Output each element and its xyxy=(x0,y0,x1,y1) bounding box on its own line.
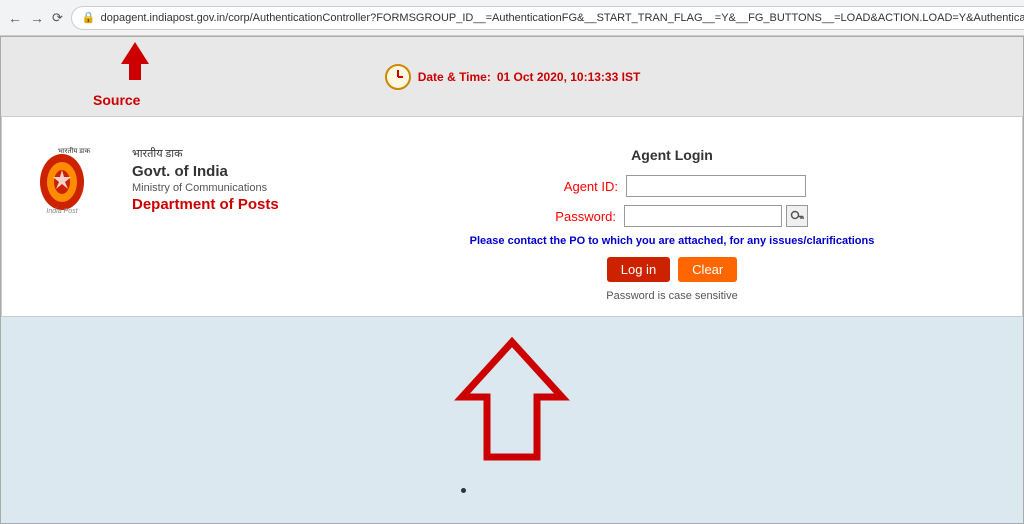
page-wrapper: ← → ⟳ 🔒 dopagent.indiapost.gov.in/corp/A… xyxy=(0,0,1024,524)
govt-of-india: Govt. of India xyxy=(132,163,279,180)
bottom-area xyxy=(1,317,1023,523)
address-bar[interactable]: 🔒 dopagent.indiapost.gov.in/corp/Authent… xyxy=(71,6,1024,30)
dot-indicator xyxy=(461,488,466,493)
agent-id-label: Agent ID: xyxy=(538,179,618,194)
clock-icon xyxy=(384,63,412,91)
lock-icon: 🔒 xyxy=(82,11,96,24)
key-icon xyxy=(790,209,804,223)
case-sensitive-note: Password is case sensitive xyxy=(606,290,737,302)
back-button[interactable]: ← xyxy=(8,8,22,28)
password-reveal-button[interactable] xyxy=(786,205,808,227)
password-input[interactable] xyxy=(624,205,782,227)
reload-button[interactable]: ⟳ xyxy=(52,8,63,28)
content-frame: Source Date & Time: 01 Oct 2020, 10:13:3… xyxy=(0,36,1024,524)
datetime-area: Date & Time: 01 Oct 2020, 10:13:33 IST xyxy=(384,63,641,91)
satyamev-text: भारतीय डाक xyxy=(132,146,279,161)
agent-id-row: Agent ID: xyxy=(538,175,806,197)
department-text: Department of Posts xyxy=(132,196,279,213)
datetime-label: Date & Time: xyxy=(418,70,491,84)
india-post-logo: भारतीय डाक India Post xyxy=(32,137,117,222)
login-button[interactable]: Log in xyxy=(607,257,670,282)
source-label: Source xyxy=(93,92,140,108)
url-text: dopagent.indiapost.gov.in/corp/Authentic… xyxy=(101,12,1024,24)
ministry-text: Ministry of Communications xyxy=(132,182,279,194)
source-arrow-head xyxy=(121,42,149,64)
password-row: Password: xyxy=(536,205,808,227)
main-content: भारतीय डाक India Post भारतीय डाक Govt. o… xyxy=(1,117,1023,317)
svg-text:भारतीय डाक: भारतीय डाक xyxy=(58,146,91,155)
govt-text: भारतीय डाक Govt. of India Ministry of Co… xyxy=(132,146,279,213)
source-arrow xyxy=(121,42,149,80)
password-label: Password: xyxy=(536,209,616,224)
logo-section: भारतीय डाक India Post भारतीय डाक Govt. o… xyxy=(32,137,352,222)
button-row: Log in Clear xyxy=(607,257,738,282)
datetime-value: 01 Oct 2020, 10:13:33 IST xyxy=(497,70,640,84)
large-arrow-up xyxy=(452,337,572,467)
forward-button[interactable]: → xyxy=(30,8,44,28)
login-section: Agent Login Agent ID: Password: xyxy=(352,137,992,302)
agent-id-input[interactable] xyxy=(626,175,806,197)
agent-login-title: Agent Login xyxy=(631,147,713,163)
source-arrow-shaft xyxy=(129,64,141,80)
browser-chrome: ← → ⟳ 🔒 dopagent.indiapost.gov.in/corp/A… xyxy=(0,0,1024,36)
svg-text:India Post: India Post xyxy=(46,208,78,215)
clear-button[interactable]: Clear xyxy=(678,257,737,282)
password-input-group xyxy=(624,205,808,227)
source-area: Source Date & Time: 01 Oct 2020, 10:13:3… xyxy=(1,37,1023,117)
contact-message: Please contact the PO to which you are a… xyxy=(470,235,875,247)
